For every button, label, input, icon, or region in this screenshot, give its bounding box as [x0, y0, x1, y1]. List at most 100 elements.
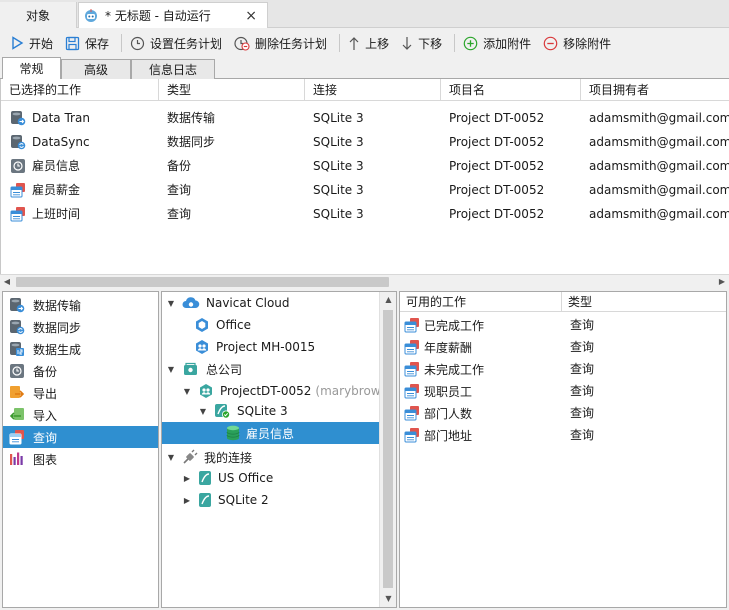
available-job-name-cell: 年度薪酬: [404, 336, 472, 358]
job-name-cell: Data Tran: [10, 106, 90, 130]
close-icon[interactable]: ×: [245, 8, 257, 24]
save-label: 保存: [85, 36, 110, 51]
tree-node-us-office[interactable]: ▶ US Office: [182, 467, 273, 489]
table-row[interactable]: 雇员信息 备份 SQLite 3 Project DT-0052 adamsmi…: [1, 154, 729, 178]
tree-node-hq[interactable]: ▼ 总公司: [166, 358, 242, 380]
backup-icon: [11, 159, 25, 173]
job-type-data-generation[interactable]: 数据生成: [3, 338, 158, 360]
set-schedule-button[interactable]: 设置任务计划: [126, 31, 226, 55]
move-down-button[interactable]: 下移: [397, 31, 446, 55]
tree-node-project-dt[interactable]: ▼ ProjectDT-0052 (marybrown: [182, 380, 388, 402]
collapse-arrow-icon[interactable]: ▶: [182, 496, 192, 505]
expand-arrow-icon[interactable]: ▼: [198, 407, 208, 416]
tab-message-log[interactable]: 信息日志: [131, 59, 215, 79]
list-item[interactable]: 未完成工作 查询: [400, 358, 726, 380]
delete-schedule-button[interactable]: 删除任务计划: [230, 31, 331, 55]
save-button[interactable]: 保存: [61, 31, 113, 55]
tab-automation[interactable]: * 无标题 - 自动运行 ×: [78, 2, 268, 28]
job-type-import[interactable]: 导入: [3, 404, 158, 426]
available-job-name-cell: 部门人数: [404, 402, 472, 424]
table-row[interactable]: 上班时间 查询 SQLite 3 Project DT-0052 adamsmi…: [1, 202, 729, 226]
list-item[interactable]: 年度薪酬 查询: [400, 336, 726, 358]
remove-attachment-button[interactable]: 移除附件: [539, 31, 615, 55]
scrollbar-thumb[interactable]: [16, 277, 389, 287]
job-name-cell: 上班时间: [10, 202, 80, 226]
move-up-button[interactable]: 上移: [344, 31, 393, 55]
job-type-export[interactable]: 导出: [3, 382, 158, 404]
table-row[interactable]: 雇员薪金 查询 SQLite 3 Project DT-0052 adamsmi…: [1, 178, 729, 202]
data-transfer-icon: [11, 111, 26, 126]
column-header-selected-job[interactable]: 已选择的工作: [1, 79, 159, 101]
list-item[interactable]: 已完成工作 查询: [400, 314, 726, 336]
tree-node-sqlite3[interactable]: ▼ SQLite 3: [198, 400, 288, 422]
job-type-data-sync[interactable]: 数据同步: [3, 316, 158, 338]
job-name: DataSync: [32, 135, 90, 149]
on-premise-server-icon: [184, 362, 197, 375]
tab-advanced[interactable]: 高级: [61, 59, 131, 79]
scroll-right-icon[interactable]: ▶: [715, 275, 729, 289]
query-icon: [404, 340, 419, 355]
table-row[interactable]: DataSync 数据同步 SQLite 3 Project DT-0052 a…: [1, 130, 729, 154]
column-header-available-job[interactable]: 可用的工作: [400, 292, 562, 312]
column-header-type[interactable]: 类型: [159, 79, 305, 101]
collapse-arrow-icon[interactable]: ▶: [182, 474, 192, 483]
list-item[interactable]: 现职员工 查询: [400, 380, 726, 402]
scroll-left-icon[interactable]: ◀: [0, 275, 14, 289]
column-header-owner[interactable]: 项目拥有者: [581, 79, 729, 101]
tab-objects[interactable]: 对象: [0, 2, 77, 28]
arrow-up-icon: [349, 36, 359, 50]
toolbar-separator: [454, 34, 456, 52]
table-row[interactable]: Data Tran 数据传输 SQLite 3 Project DT-0052 …: [1, 106, 729, 130]
tree-node-project-mh[interactable]: Project MH-0015: [194, 336, 315, 358]
list-item[interactable]: 部门人数 查询: [400, 402, 726, 424]
horizontal-scrollbar[interactable]: ◀ ▶: [0, 274, 729, 288]
job-name-cell: 雇员薪金: [10, 178, 80, 202]
settings-tab-strip: 常规 高级 信息日志: [0, 57, 729, 79]
import-icon: [9, 408, 24, 420]
scroll-up-icon[interactable]: ▲: [380, 292, 397, 308]
vertical-scrollbar[interactable]: ▲ ▼: [379, 292, 396, 607]
add-attachment-label: 添加附件: [483, 36, 532, 51]
job-owner: adamsmith@gmail.com: [589, 207, 729, 221]
available-job-type: 查询: [570, 428, 595, 442]
tree-node-employee-info[interactable]: 雇员信息: [226, 422, 294, 444]
tree-node-label: 雇员信息: [246, 426, 295, 441]
expand-arrow-icon[interactable]: ▼: [166, 453, 176, 462]
query-icon: [10, 207, 25, 222]
job-type-data-transfer[interactable]: 数据传输: [3, 294, 158, 316]
tab-general[interactable]: 常规: [2, 57, 61, 79]
tab-advanced-label: 高级: [83, 63, 108, 77]
remove-attachment-label: 移除附件: [563, 36, 612, 51]
tree-node-my-connections[interactable]: ▼ 我的连接: [166, 446, 252, 468]
query-icon: [404, 428, 419, 443]
add-attachment-button[interactable]: 添加附件: [459, 31, 535, 55]
tree-node-label: Office: [216, 318, 252, 332]
job-name-cell: DataSync: [10, 130, 90, 154]
job-type-backup[interactable]: 备份: [3, 360, 158, 382]
tree-node-navicat-cloud[interactable]: ▼ Navicat Cloud: [166, 292, 290, 314]
job-type-query[interactable]: 查询: [3, 426, 158, 448]
job-type-chart[interactable]: 图表: [3, 448, 158, 470]
list-item[interactable]: 部门地址 查询: [400, 424, 726, 446]
start-button[interactable]: 开始: [6, 31, 57, 55]
expand-arrow-icon[interactable]: ▼: [182, 387, 192, 396]
column-header-connection[interactable]: 连接: [305, 79, 441, 101]
plug-icon: [183, 449, 198, 464]
column-header-type[interactable]: 类型: [562, 292, 726, 312]
expand-arrow-icon[interactable]: ▼: [166, 299, 176, 308]
sqlite-connection-icon: [215, 404, 230, 419]
job-type-label: 数据同步: [33, 320, 82, 335]
column-header-project[interactable]: 项目名: [441, 79, 581, 101]
play-icon: [12, 36, 24, 50]
tree-node-label: Navicat Cloud: [206, 296, 290, 310]
project-hexagon-icon: [196, 318, 208, 332]
shared-project-icon: [200, 384, 212, 398]
save-icon: [65, 36, 80, 50]
toolbar-separator: [121, 34, 123, 52]
data-sync-icon: [11, 135, 26, 150]
scroll-down-icon[interactable]: ▼: [380, 591, 397, 607]
tree-node-office[interactable]: Office: [194, 314, 251, 336]
scrollbar-thumb[interactable]: [383, 310, 393, 588]
expand-arrow-icon[interactable]: ▼: [166, 365, 176, 374]
tree-node-sqlite2[interactable]: ▶ SQLite 2: [182, 489, 269, 511]
